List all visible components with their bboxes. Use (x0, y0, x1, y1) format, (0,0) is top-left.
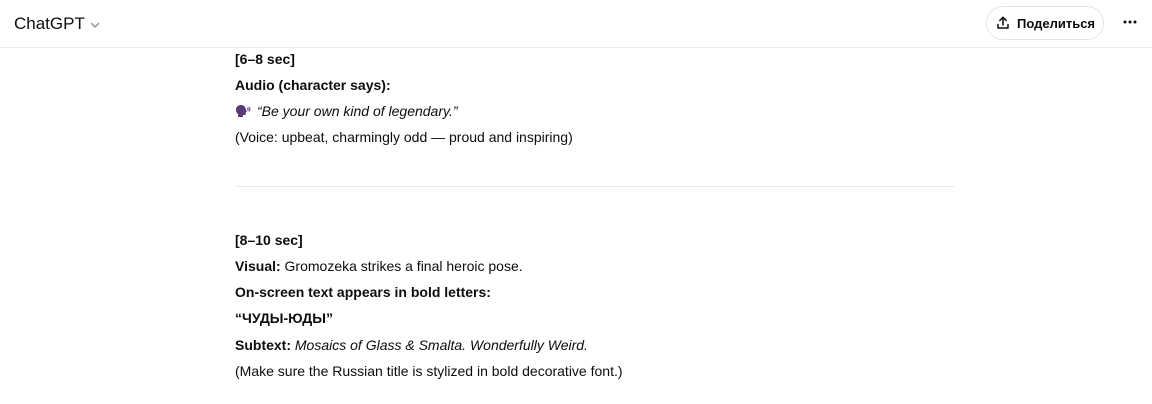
section2-onscreen-label: On-screen text appears in bold letters: (235, 284, 491, 300)
share-upload-icon (995, 15, 1011, 31)
section2-subtext-line: Subtext: Mosaics of Glass & Smalta. Wond… (235, 335, 588, 355)
top-bar: ChatGPT Поделиться (0, 0, 1152, 48)
section2-visual-text: Gromozeka strikes a final heroic pose. (280, 258, 523, 274)
section-divider (235, 186, 955, 187)
section2-title-text: “ЧУДЫ-ЮДЫ” (235, 310, 333, 326)
section1-voice-note: (Voice: upbeat, charmingly odd — proud a… (235, 129, 573, 145)
share-button[interactable]: Поделиться (986, 6, 1104, 40)
section2-visual-line: Visual: Gromozeka strikes a final heroic… (235, 256, 523, 276)
model-name: ChatGPT (14, 14, 85, 33)
section1-quote-line: “Be your own kind of legendary.” (235, 101, 458, 121)
model-switcher[interactable]: ChatGPT (12, 11, 103, 37)
section2-subtext-label: Subtext: (235, 337, 291, 353)
section1-quote: “Be your own kind of legendary.” (257, 103, 458, 119)
section1-audio-label: Audio (character says): (235, 77, 391, 93)
section2-time: [8–10 sec] (235, 232, 303, 248)
section2-visual-label: Visual: (235, 258, 281, 274)
section2-subtext-value: Mosaics of Glass & Smalta. Wonderfully W… (291, 337, 588, 353)
section1-time: [6–8 sec] (235, 51, 295, 67)
speaking-head-icon (235, 103, 251, 117)
share-label: Поделиться (1016, 15, 1096, 31)
more-horizontal-icon (1122, 14, 1138, 35)
more-options-button[interactable] (1116, 10, 1144, 38)
chevron-down-icon (89, 18, 101, 30)
section2-note: (Make sure the Russian title is stylized… (235, 363, 623, 379)
